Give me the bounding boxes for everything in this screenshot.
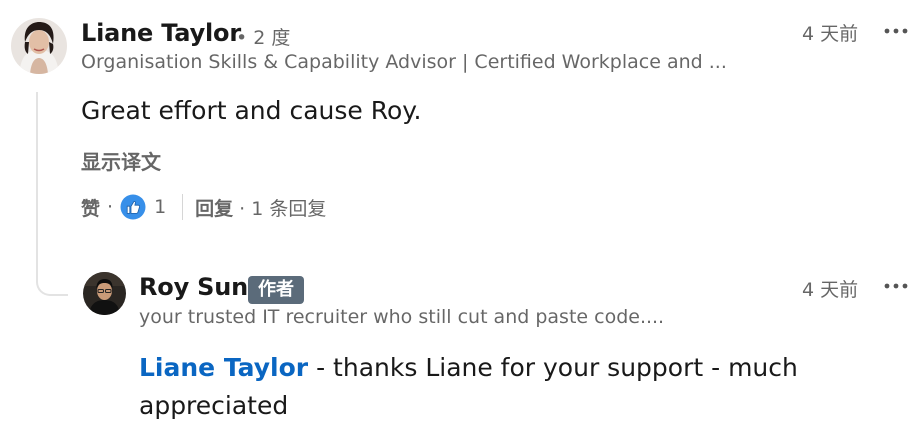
reply-text: Liane Taylor - thanks Liane for your sup… xyxy=(139,349,839,425)
comment-author-name[interactable]: Liane Taylor xyxy=(81,19,241,47)
ellipsis-icon xyxy=(884,283,908,289)
reply-author-headline[interactable]: your trusted IT recruiter who still cut … xyxy=(139,306,699,328)
reply-timestamp: 4 天前 xyxy=(802,279,859,301)
author-badge: 作者 xyxy=(248,276,304,304)
like-count[interactable]: 1 xyxy=(154,196,166,218)
reply-more-options-button[interactable] xyxy=(882,274,909,298)
comment-thread: Liane Taylor • 2 度 Organisation Skills &… xyxy=(0,0,909,439)
ellipsis-icon xyxy=(884,28,908,34)
connection-degree: • 2 度 xyxy=(236,27,291,49)
reply-button[interactable]: 回复 xyxy=(195,194,233,221)
comment-actions: 赞 · 1 回复 · 1 条回复 xyxy=(81,192,326,222)
comment-timestamp: 4 天前 xyxy=(802,23,859,45)
reply-author-name[interactable]: Roy Sun xyxy=(139,273,248,301)
like-button[interactable]: 赞 xyxy=(81,194,100,221)
actions-divider xyxy=(182,194,184,220)
thumbs-up-icon[interactable] xyxy=(120,194,146,220)
comment-more-options-button[interactable] xyxy=(882,19,909,43)
thread-connector-line xyxy=(36,92,68,296)
comment-text: Great effort and cause Roy. xyxy=(81,96,422,125)
avatar-liane-taylor[interactable] xyxy=(11,18,67,74)
mention-link[interactable]: Liane Taylor xyxy=(139,353,308,382)
action-separator: · xyxy=(107,196,114,218)
comment-author-headline[interactable]: Organisation Skills & Capability Advisor… xyxy=(81,51,771,73)
show-translation-button[interactable]: 显示译文 xyxy=(81,146,161,175)
avatar-roy-sun[interactable] xyxy=(83,272,126,315)
reply-count[interactable]: · 1 条回复 xyxy=(239,194,326,221)
